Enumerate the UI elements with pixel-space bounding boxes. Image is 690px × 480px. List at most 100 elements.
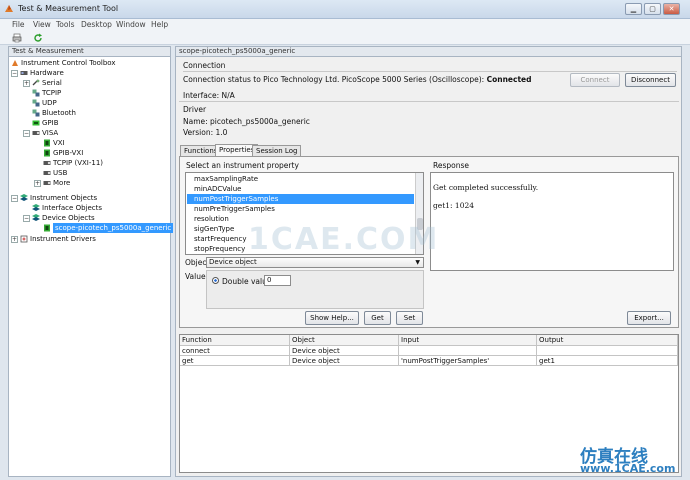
refresh-icon[interactable]: [33, 33, 43, 43]
expand-icon[interactable]: +: [34, 179, 41, 187]
menu-help[interactable]: Help: [151, 20, 168, 29]
column-header-function[interactable]: Function: [180, 335, 290, 346]
tree-panel-header: Test & Measurement: [8, 46, 171, 57]
window-title: Test & Measurement Tool: [18, 4, 119, 13]
tree-node-bluetooth[interactable]: Bluetooth: [32, 108, 76, 118]
visa-icon: [32, 131, 40, 135]
driver-section-title: Driver: [183, 105, 207, 114]
table-cell[interactable]: get1: [537, 356, 678, 366]
table-cell[interactable]: Device object: [290, 346, 399, 356]
interface-objects-icon: [32, 204, 40, 211]
title-bar: Test & Measurement Tool ▁ ▢ ✕: [0, 0, 690, 19]
double-value-radio[interactable]: [212, 277, 219, 284]
tree-node-label: More: [53, 179, 71, 187]
close-button[interactable]: ✕: [663, 3, 680, 15]
set-button[interactable]: Set: [396, 311, 423, 325]
property-list-title: Select an instrument property: [186, 161, 299, 170]
tree-node-label: USB: [53, 169, 68, 177]
tree-node-instrument-drivers[interactable]: + Instrument Drivers: [11, 234, 96, 244]
driver-version: Version: 1.0: [183, 128, 228, 137]
tree-node-label: VISA: [42, 129, 59, 137]
connect-button[interactable]: Connect: [570, 73, 620, 87]
watermark-url: www.1CAE.com: [580, 462, 676, 475]
tree-node-device-objects[interactable]: − Device Objects: [23, 213, 95, 223]
collapse-icon[interactable]: −: [23, 129, 30, 137]
table-cell[interactable]: [399, 346, 537, 356]
tree-node-label: GPIB: [42, 119, 59, 127]
tree-node-more[interactable]: + More: [34, 178, 70, 188]
menu-window[interactable]: Window: [116, 20, 146, 29]
tree-node-hardware[interactable]: − Hardware: [11, 68, 64, 78]
serial-icon: [32, 79, 40, 86]
driver-name: Name: picotech_ps5000a_generic: [183, 117, 310, 126]
tree-node-gpib[interactable]: GPIB: [32, 118, 59, 128]
collapse-icon[interactable]: −: [11, 194, 18, 202]
usb-icon: [43, 171, 51, 175]
property-item-selected[interactable]: numPostTriggerSamples: [187, 194, 414, 204]
collapse-icon[interactable]: −: [23, 214, 30, 222]
table-cell[interactable]: 'numPostTriggerSamples': [399, 356, 537, 366]
tree-node-label: UDP: [42, 99, 57, 107]
device-objects-icon: [32, 214, 40, 221]
print-icon[interactable]: [12, 33, 22, 43]
expand-icon[interactable]: +: [11, 235, 18, 243]
table-cell[interactable]: connect: [180, 346, 290, 356]
tree-node-label: TCPIP: [42, 89, 62, 97]
connection-section-title: Connection: [183, 61, 226, 70]
column-header-input[interactable]: Input: [399, 335, 537, 346]
tree-node-usb[interactable]: USB: [43, 168, 67, 178]
tree-node-label: TCPIP (VXI-11): [53, 159, 104, 167]
bluetooth-icon: [32, 109, 40, 117]
tree-node-scope-device[interactable]: scope-picotech_ps5000a_generic: [43, 223, 174, 233]
tree-node-toolbox[interactable]: Instrument Control Toolbox: [11, 58, 116, 68]
gpib-icon: [32, 120, 40, 126]
get-button[interactable]: Get: [364, 311, 391, 325]
disconnect-button[interactable]: Disconnect: [625, 73, 676, 87]
device-icon: [44, 224, 50, 232]
section-divider: [183, 71, 677, 72]
matlab-logo-icon: [5, 5, 13, 12]
tcpip-icon: [32, 89, 40, 97]
minimize-button[interactable]: ▁: [625, 3, 642, 15]
table-cell[interactable]: get: [180, 356, 290, 366]
interface-text: Interface: N/A: [183, 91, 235, 100]
column-header-output[interactable]: Output: [537, 335, 678, 346]
property-item[interactable]: minADCValue: [187, 184, 414, 194]
value-label: Value:: [185, 272, 209, 281]
tcpip-vxi-icon: [43, 161, 51, 165]
show-help-button[interactable]: Show Help...: [305, 311, 359, 325]
menu-tools[interactable]: Tools: [56, 20, 74, 29]
tree-node-tcpip[interactable]: TCPIP: [32, 88, 61, 98]
collapse-icon[interactable]: −: [11, 69, 18, 77]
chevron-down-icon: ▼: [415, 259, 420, 266]
expand-icon[interactable]: +: [23, 79, 30, 87]
tree-node-label: Instrument Drivers: [30, 235, 96, 243]
property-item[interactable]: numPreTriggerSamples: [187, 204, 414, 214]
instrument-drivers-icon: [20, 235, 28, 243]
tree-node-serial[interactable]: + Serial: [23, 78, 62, 88]
tree-node-gpib-vxi[interactable]: GPIB-VXI: [43, 148, 83, 158]
tree-node-instrument-objects[interactable]: − Instrument Objects: [11, 193, 97, 203]
tree-node-label: GPIB-VXI: [53, 149, 84, 157]
tree-node-interface-objects[interactable]: Interface Objects: [32, 203, 102, 213]
tree-node-udp[interactable]: UDP: [32, 98, 57, 108]
tree-node-label: Instrument Objects: [30, 194, 98, 202]
response-line: get1: 1024: [433, 201, 475, 210]
tab-session-log[interactable]: Session Log: [252, 145, 302, 156]
tree-node-vxi[interactable]: VXI: [43, 138, 65, 148]
menu-view[interactable]: View: [33, 20, 51, 29]
table-cell[interactable]: [537, 346, 678, 356]
instrument-objects-icon: [20, 194, 28, 201]
menu-file[interactable]: File: [12, 20, 25, 29]
menu-desktop[interactable]: Desktop: [81, 20, 112, 29]
maximize-button[interactable]: ▢: [644, 3, 661, 15]
column-header-object[interactable]: Object: [290, 335, 399, 346]
double-value-input[interactable]: 0: [264, 275, 291, 286]
export-button[interactable]: Export...: [627, 311, 671, 325]
instrument-tree: Instrument Control Toolbox − Hardware + …: [8, 57, 174, 477]
table-cell[interactable]: Device object: [290, 356, 399, 366]
object-dropdown[interactable]: Device object ▼: [206, 257, 424, 268]
property-item[interactable]: maxSamplingRate: [187, 174, 414, 184]
tree-node-visa[interactable]: − VISA: [23, 128, 58, 138]
tree-node-tcpip-vxi11[interactable]: TCPIP (VXI-11): [43, 158, 103, 168]
